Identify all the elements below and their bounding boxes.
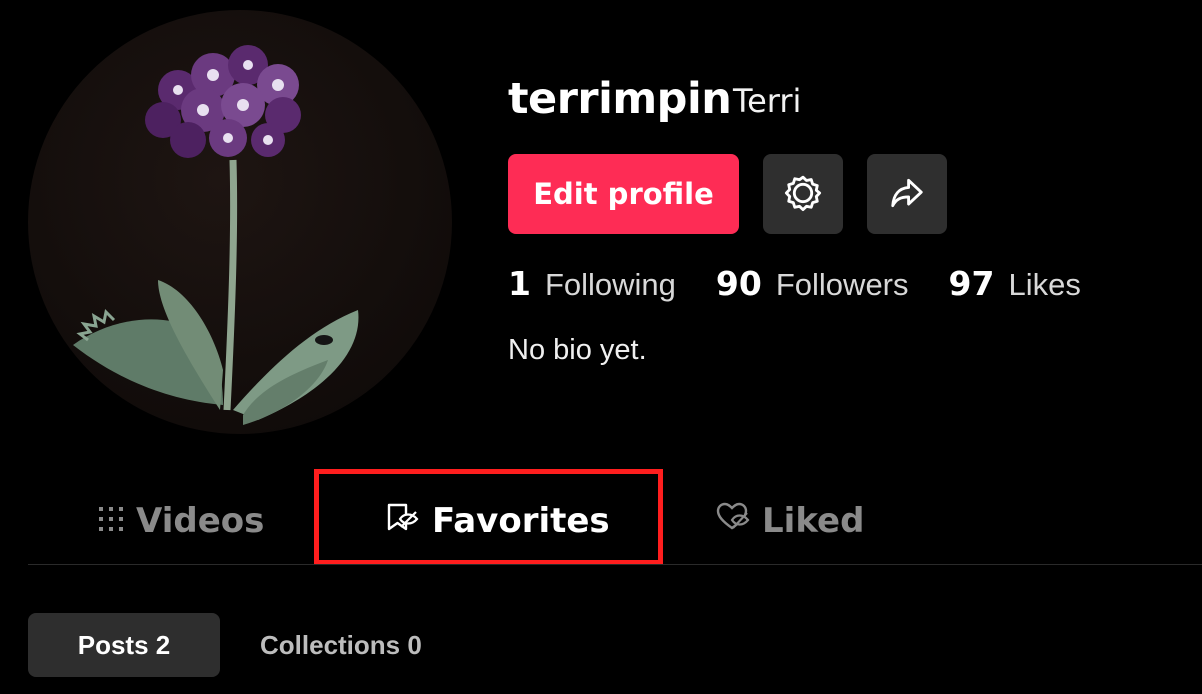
likes-count: 97 [948,264,995,303]
tab-divider [28,564,1202,565]
username: terrimpin [508,74,732,124]
gear-icon [784,174,822,215]
likes-label: Likes [1008,267,1081,302]
settings-button[interactable] [763,154,843,234]
avatar-image [73,45,359,425]
following-count: 1 [508,264,531,303]
grid-icon [98,501,124,541]
subtab-posts[interactable]: Posts 2 [28,613,220,677]
avatar[interactable] [28,10,452,434]
tab-liked[interactable]: Liked [716,496,864,546]
subtab-collections[interactable]: Collections 0 [260,613,422,677]
profile-stats: 1 Following 90 Followers 97 Likes [508,264,1121,303]
profile-page: terrimpin Terri Edit profile 1 Following… [0,0,1202,694]
share-button[interactable] [867,154,947,234]
stat-following[interactable]: 1 Following [508,264,676,303]
tab-videos[interactable]: Videos [98,496,264,546]
tab-videos-label: Videos [136,501,265,541]
edit-profile-button[interactable]: Edit profile [508,154,739,234]
heart-icon [716,501,750,541]
tab-liked-label: Liked [762,501,865,541]
stat-followers[interactable]: 90 Followers [716,264,909,303]
followers-label: Followers [775,267,909,302]
followers-count: 90 [715,264,762,303]
bio-text: No bio yet. [508,334,647,366]
nickname: Terri [733,82,802,120]
highlight-box [314,469,663,565]
share-arrow-icon [888,174,926,215]
stat-likes: 97 Likes [949,264,1081,303]
following-label: Following [544,267,676,302]
